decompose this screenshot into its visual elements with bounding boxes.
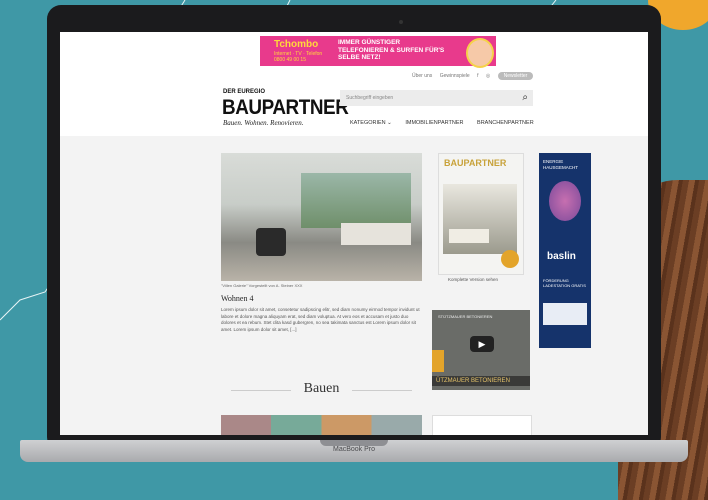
mascot-icon [466, 38, 494, 68]
newsletter-button[interactable]: Newsletter [497, 72, 534, 80]
magazine-badge [501, 250, 519, 268]
ad-slogan: IMMER GÜNSTIGER TELEFONIEREN & SURFEN FÜ… [338, 39, 445, 61]
main-nav: KATEGORIEN ⌄ IMMOBILIENPARTNER BRANCHENP… [350, 120, 546, 126]
mini-magazine[interactable] [432, 415, 532, 435]
image-chair [256, 228, 286, 256]
link-contests[interactable]: Gewinnspiele [440, 73, 470, 79]
side-ad-box [543, 303, 587, 325]
magazine-image [443, 184, 517, 254]
video-title: ÜTZMAUER BETONIEREN [432, 376, 530, 386]
side-ad-text: FÖRDERUNG LADESTATION GRATIS [543, 278, 586, 288]
magazine-link[interactable]: Komplette Version sehen [448, 277, 498, 282]
article-excerpt: Lorem ipsum dolor sit amet, consetetur s… [221, 307, 420, 332]
image-caption: "Villen Galerie" Vorgestellt von A. Stei… [221, 283, 303, 288]
nav-categories[interactable]: KATEGORIEN ⌄ [350, 120, 392, 126]
video-badge [432, 350, 444, 372]
facebook-icon[interactable]: f [477, 73, 478, 79]
search-input[interactable]: Suchbegriff eingeben ⌕ [340, 90, 533, 106]
side-ad[interactable]: ENERGIE HAUSGEMACHT baslin FÖRDERUNG LAD… [539, 153, 591, 348]
device-label: MacBook Pro [332, 446, 376, 453]
banner-ad[interactable]: Tchombo Internet · TV · Telefon 0800 49 … [260, 36, 496, 68]
logo-tagline: Bauen. Wohnen. Renovieren. [223, 119, 304, 127]
nav-real-estate-partners[interactable]: IMMOBILIENPARTNER [405, 120, 463, 126]
magazine-couch [449, 229, 489, 243]
magazine-cover[interactable]: BAUPARTNER [438, 153, 524, 275]
video-channel: STÜTZMAUER BETONIEREN [438, 314, 493, 319]
instagram-icon[interactable]: ◎ [486, 73, 490, 79]
ad-brand: Tchombo [274, 39, 319, 50]
image-sofa [341, 223, 411, 245]
site-logo[interactable]: BAUPARTNER [222, 96, 349, 120]
play-icon[interactable]: ▶ [470, 336, 494, 352]
flower-image [549, 181, 581, 221]
nav-industry-partners[interactable]: BRANCHENPARTNER [477, 120, 534, 126]
side-ad-headline: ENERGIE HAUSGEMACHT [543, 159, 579, 170]
camera-icon [399, 20, 403, 24]
article-title[interactable]: Wohnen 4 [221, 294, 253, 303]
search-icon[interactable]: ⌕ [522, 92, 528, 103]
top-links: Über uns Gewinnspiele f ◎ Newsletter [412, 72, 539, 82]
site-header: Tchombo Internet · TV · Telefon 0800 49 … [60, 32, 648, 136]
side-ad-logo: baslin [547, 251, 576, 262]
logo-prefix[interactable]: DER EUREGIO [223, 89, 265, 95]
browser-screen: Tchombo Internet · TV · Telefon 0800 49 … [60, 32, 648, 435]
section-heading: Bauen [221, 381, 422, 397]
thumbnail-row[interactable] [221, 415, 422, 435]
laptop-base: MacBook Pro [0, 440, 708, 472]
image-window [301, 173, 411, 228]
magazine-title: BAUPARTNER [444, 158, 507, 168]
article-image[interactable] [221, 153, 422, 281]
video-player[interactable]: STÜTZMAUER BETONIEREN ▶ ÜTZMAUER BETONIE… [432, 310, 530, 390]
search-placeholder: Suchbegriff eingeben [346, 95, 394, 101]
ad-phone: 0800 49 00 15 [274, 57, 306, 63]
link-about[interactable]: Über uns [412, 73, 432, 79]
